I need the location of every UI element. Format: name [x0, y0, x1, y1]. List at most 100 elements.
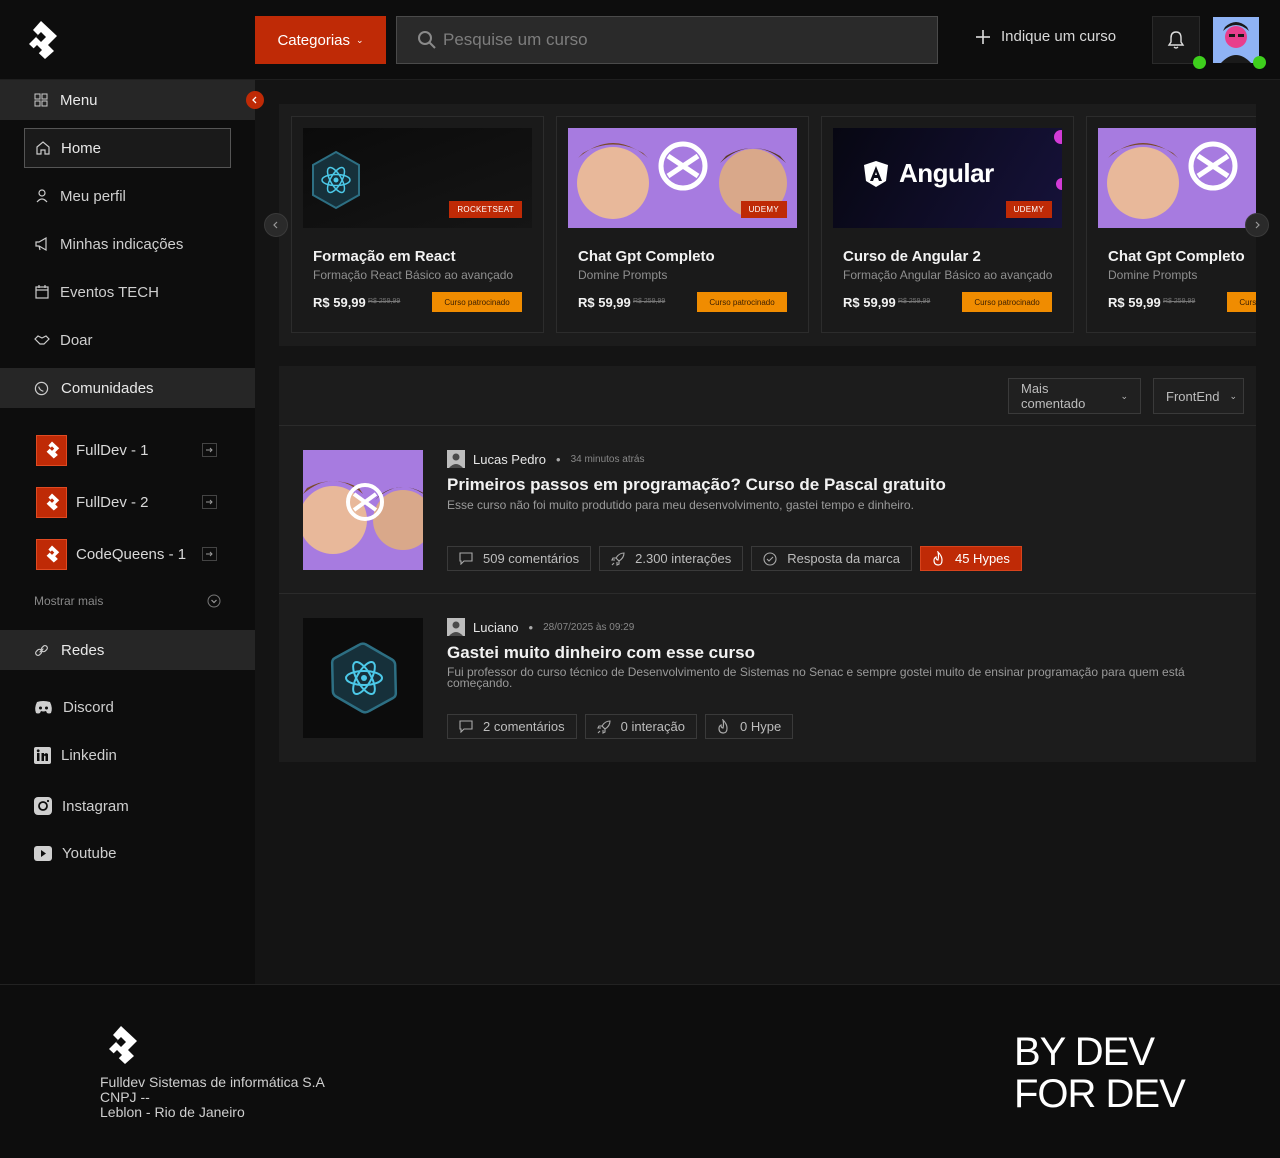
search-bar[interactable]	[396, 16, 938, 64]
networks-section-header: Redes	[0, 630, 255, 670]
company-address: Leblon - Rio de Janeiro	[100, 1104, 245, 1120]
react-logo-icon	[303, 618, 423, 738]
sidebar-item-events[interactable]: Eventos TECH	[24, 272, 231, 312]
comments-count: 2 comentários	[483, 719, 565, 734]
author-avatar[interactable]	[447, 618, 465, 636]
slogan: BY DEV FOR DEV	[1014, 1031, 1186, 1115]
community-item[interactable]: FullDev - 1	[36, 434, 217, 466]
post-item[interactable]: Lucas Pedro • 34 minutos atrás Primeiros…	[279, 425, 1256, 593]
course-card[interactable]: UDEMY Chat Gpt Completo Domine Prompts R…	[556, 116, 809, 333]
show-more-button[interactable]: Mostrar mais	[34, 594, 221, 608]
hype-count: 0 Hype	[739, 719, 782, 734]
communities-label: Comunidades	[61, 379, 154, 397]
category-select[interactable]: FrontEnd ⌄	[1153, 378, 1244, 414]
author-name[interactable]: Luciano	[473, 620, 519, 635]
course-card[interactable]: Angular UDEMY Curso de Angular 2 Formaçã…	[821, 116, 1074, 333]
community-item[interactable]: CodeQueens - 1	[36, 538, 217, 570]
posts-feed: Mais comentado ⌄ FrontEnd ⌄ Lucas Pedro …	[279, 366, 1256, 762]
calendar-icon	[35, 285, 49, 299]
carousel-prev-button[interactable]	[264, 213, 288, 237]
course-thumbnail: Angular UDEMY	[833, 128, 1062, 228]
course-thumbnail: UDEMY	[568, 128, 797, 228]
course-subtitle: Formação Angular Básico ao avançado	[843, 268, 1053, 282]
hype-button[interactable]: 0 Hype	[704, 714, 794, 739]
enter-arrow-icon[interactable]	[202, 443, 217, 457]
notification-dot	[1193, 56, 1206, 69]
company-name: Fulldev Sistemas de informática S.A	[100, 1074, 325, 1090]
comment-icon	[459, 720, 473, 733]
course-subtitle: Domine Prompts	[1108, 268, 1198, 282]
post-item[interactable]: Luciano • 28/07/2025 às 09:29 Gastei mui…	[279, 593, 1256, 762]
sidebar-item-referrals[interactable]: Minhas indicações	[24, 224, 231, 264]
post-description: Fui professor do curso técnico de Desenv…	[447, 665, 1185, 690]
platform-badge: ROCKETSEAT	[449, 201, 522, 218]
flame-icon	[718, 719, 728, 734]
social-instagram[interactable]: Instagram	[34, 797, 129, 815]
bell-icon	[1167, 31, 1185, 49]
menu-label: Menu	[60, 91, 98, 109]
fulldev-logo-icon[interactable]	[24, 20, 58, 60]
suggest-course-button[interactable]: Indique um curso	[975, 28, 1116, 45]
category-select-value: FrontEnd	[1166, 388, 1220, 404]
post-title[interactable]: Primeiros passos em programação? Curso d…	[447, 475, 946, 495]
separator-dot: •	[556, 451, 561, 467]
author-name[interactable]: Lucas Pedro	[473, 452, 546, 467]
social-linkedin[interactable]: Linkedin	[34, 747, 117, 764]
comments-button[interactable]: 2 comentários	[447, 714, 577, 739]
post-time: 34 minutos atrás	[570, 453, 645, 465]
social-label: Linkedin	[61, 747, 117, 764]
post-time: 28/07/2025 às 09:29	[543, 621, 635, 633]
sponsored-tag: Curso patrocinado	[432, 292, 522, 312]
sidebar-item-home[interactable]: Home	[24, 128, 231, 168]
sponsored-tag: Curso patrocinado	[962, 292, 1052, 312]
check-circle-icon	[763, 551, 777, 566]
post-title[interactable]: Gastei muito dinheiro com esse curso	[447, 643, 755, 663]
hype-button[interactable]: 45 Hypes	[919, 546, 1022, 571]
interactions-button[interactable]: 2.300 interações	[599, 546, 744, 571]
decor-dot	[1056, 178, 1062, 190]
carousel-next-button[interactable]	[1245, 213, 1269, 237]
company-info: Fulldev Sistemas de informática S.A CNPJ…	[100, 1075, 325, 1120]
youtube-icon	[34, 846, 52, 861]
course-old-price: R$ 259,99	[633, 298, 666, 305]
show-more-label: Mostrar mais	[34, 594, 104, 608]
search-input[interactable]	[443, 30, 913, 50]
social-youtube[interactable]: Youtube	[34, 845, 117, 862]
thumbnail-brand-text: Angular	[899, 158, 994, 188]
brand-response-label: Resposta da marca	[787, 551, 900, 566]
comment-icon	[459, 552, 473, 565]
sort-select[interactable]: Mais comentado ⌄	[1008, 378, 1141, 414]
instagram-icon	[34, 797, 52, 815]
categories-label: Categorias	[277, 31, 350, 49]
online-status-dot	[1253, 56, 1266, 69]
notifications-button[interactable]	[1152, 16, 1200, 64]
enter-arrow-icon[interactable]	[202, 547, 217, 561]
post-thumbnail	[303, 618, 423, 738]
community-label: CodeQueens - 1	[76, 545, 187, 563]
enter-arrow-icon[interactable]	[202, 495, 217, 509]
course-subtitle: Domine Prompts	[578, 268, 668, 282]
categories-button[interactable]: Categorias ⌄	[255, 16, 386, 64]
comments-button[interactable]: 509 comentários	[447, 546, 592, 571]
user-avatar[interactable]	[1213, 17, 1259, 63]
chevron-right-icon	[1255, 221, 1260, 229]
brand-response-button[interactable]: Resposta da marca	[751, 546, 912, 571]
course-card[interactable]: ROCKETSEAT Formação em React Formação Re…	[291, 116, 544, 333]
rocket-icon	[611, 551, 625, 566]
course-price: R$ 59,99	[313, 295, 366, 310]
sidebar-item-profile[interactable]: Meu perfil	[24, 176, 231, 216]
sponsored-tag: Curso patrocinado	[697, 292, 787, 312]
sidebar-item-donate[interactable]: Doar	[24, 320, 231, 360]
social-discord[interactable]: Discord	[34, 699, 114, 716]
platform-badge: UDEMY	[740, 201, 787, 218]
search-icon	[418, 31, 436, 49]
author-avatar[interactable]	[447, 450, 465, 468]
course-card[interactable]: Chat Gpt Completo Domine Prompts R$ 59,9…	[1086, 116, 1256, 333]
top-header: Categorias ⌄ Indique um curso	[0, 0, 1280, 80]
home-icon	[36, 141, 50, 155]
sidebar-item-label: Eventos TECH	[60, 283, 159, 301]
community-item[interactable]: FullDev - 2	[36, 486, 217, 518]
footer: Fulldev Sistemas de informática S.A CNPJ…	[0, 984, 1280, 1158]
collapse-sidebar-button[interactable]	[246, 91, 264, 109]
interactions-button[interactable]: 0 interação	[584, 714, 697, 739]
